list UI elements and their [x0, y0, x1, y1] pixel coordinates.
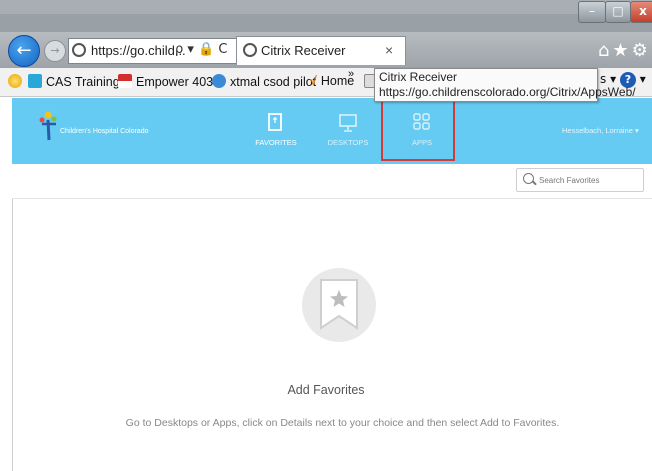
monitor-icon	[339, 114, 357, 132]
browser-tab[interactable]: Citrix Receiver ×	[236, 36, 406, 65]
tooltip-title: Citrix Receiver	[379, 70, 458, 84]
help-dropdown-icon[interactable]: ▾	[640, 72, 646, 86]
more-favorites-chevron[interactable]: »	[348, 68, 354, 80]
tab-favorites-label: FAVORITES	[255, 138, 297, 147]
fav-cas-training[interactable]: CAS Training	[28, 74, 120, 89]
tab-desktops-label: DESKTOPS	[327, 138, 369, 147]
minimize-button[interactable]: –	[578, 1, 606, 23]
empty-state-description: Go to Desktops or Apps, click on Details…	[125, 417, 560, 429]
fav-cas-training-label: CAS Training	[46, 75, 120, 89]
site-icon	[72, 43, 86, 57]
forward-button[interactable]: →	[44, 40, 66, 62]
search-icon	[523, 173, 534, 184]
cas-training-icon	[28, 74, 42, 88]
empower-icon	[118, 74, 132, 88]
tab-tooltip: Citrix Receiver https://go.childrenscolo…	[374, 68, 636, 102]
user-menu[interactable]: Hesselbach, Lorraine ▾	[562, 126, 639, 135]
titlebar-top	[0, 0, 652, 14]
search-box[interactable]	[516, 168, 644, 192]
checkmark-icon: √	[310, 74, 317, 88]
address-tools[interactable]: ρ ▾ 🔒 C	[175, 42, 227, 57]
hospital-logo-icon[interactable]	[38, 110, 62, 142]
window-titlebar	[0, 0, 652, 32]
app-header: Children's Hospital Colorado FAVORITES D…	[12, 98, 652, 164]
empty-favorites-illustration	[302, 268, 376, 342]
tab-close-button[interactable]: ×	[385, 42, 393, 58]
fav-xtmal-csod-pilot[interactable]: xtmal csod pilot	[212, 74, 316, 89]
tooltip-url: https://go.childrenscolorado.org/Citrix/…	[379, 85, 636, 99]
close-window-button[interactable]: x	[630, 1, 652, 23]
page-menu[interactable]: s ▾	[600, 72, 616, 86]
maximize-button[interactable]: □	[605, 1, 631, 23]
tab-site-icon	[243, 43, 257, 57]
favorites-star-icon[interactable]	[8, 74, 26, 89]
fav-xtmal-label: xtmal csod pilot	[230, 75, 317, 89]
fav-empower-label: Empower 403	[136, 75, 214, 89]
bookmark-icon	[268, 113, 282, 131]
address-url[interactable]: https://go.child...	[91, 43, 186, 58]
tab-title: Citrix Receiver	[261, 43, 346, 58]
address-bar[interactable]: https://go.child... ρ ▾ 🔒 C	[68, 38, 238, 64]
logo-text: Children's Hospital Colorado	[60, 128, 149, 135]
ie-page-icon	[212, 74, 226, 88]
tab-desktops[interactable]: DESKTOPS	[318, 106, 378, 156]
home-favorites-tools-icons[interactable]: ⌂★⚙	[598, 40, 651, 61]
apps-highlight-box	[381, 95, 455, 161]
empty-state-title: Add Favorites	[287, 383, 365, 397]
tab-favorites[interactable]: FAVORITES	[246, 106, 306, 156]
fav-empower-403[interactable]: Empower 403	[118, 74, 213, 89]
bookmark-star-icon	[320, 279, 358, 330]
back-button[interactable]: ←	[8, 35, 40, 67]
search-input[interactable]	[537, 171, 641, 189]
